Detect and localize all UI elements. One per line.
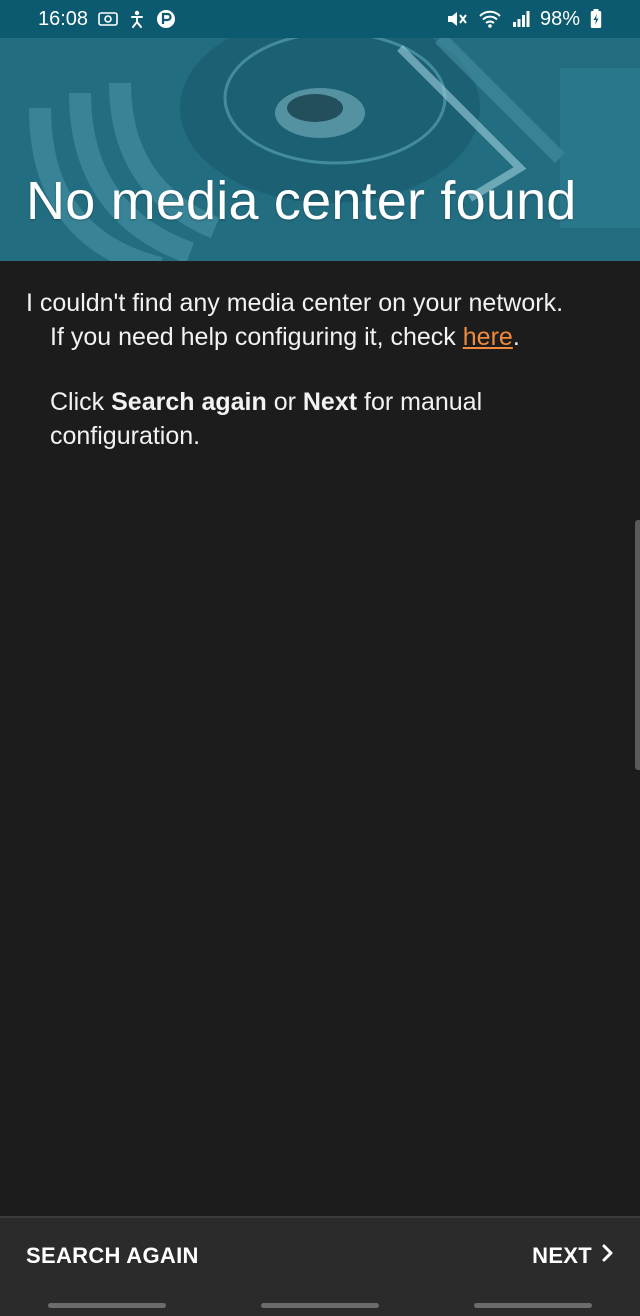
help-link[interactable]: here [463, 323, 513, 351]
para2-mid: or [266, 388, 303, 416]
search-again-button[interactable]: SEARCH AGAIN [26, 1243, 199, 1269]
nav-back-handle[interactable] [474, 1302, 593, 1308]
system-nav-bar [0, 1294, 640, 1316]
battery-charging-icon [590, 9, 602, 29]
accessibility-icon [128, 10, 146, 28]
wifi-icon [478, 9, 502, 29]
p-badge-icon [156, 9, 176, 29]
next-button-label: NEXT [532, 1243, 592, 1268]
message-line-1: I couldn't find any media center on your… [26, 289, 564, 317]
para2-prefix: Click [50, 388, 112, 416]
mute-icon [446, 9, 468, 29]
message-line-2-suffix: . [512, 323, 520, 351]
next-button[interactable]: NEXT [532, 1243, 614, 1269]
message-content: I couldn't find any media center on your… [26, 286, 622, 453]
screenshot-icon [98, 11, 118, 27]
chevron-right-icon [600, 1243, 614, 1269]
page-title: No media center found [26, 171, 577, 231]
para2-search-again: Search again [111, 388, 267, 416]
signal-icon [512, 10, 530, 28]
status-left: 16:08 [38, 8, 176, 31]
nav-recents-handle[interactable] [47, 1302, 166, 1308]
message-paragraph-2: Click Search again or Next for manual co… [26, 385, 622, 453]
bottom-action-bar: SEARCH AGAIN NEXT [0, 1216, 640, 1294]
nav-home-handle[interactable] [260, 1302, 379, 1308]
status-time: 16:08 [38, 7, 89, 30]
header-banner: No media center found [0, 38, 640, 261]
message-line-2-prefix: If you need help configuring it, check [50, 323, 463, 351]
status-bar: 16:08 98% [0, 0, 640, 38]
para2-next: Next [302, 388, 358, 416]
status-right: 98% [446, 8, 602, 31]
battery-percent: 98% [539, 7, 580, 30]
message-line-2: If you need help configuring it, check h… [26, 320, 622, 354]
edge-panel-handle[interactable] [635, 520, 640, 770]
